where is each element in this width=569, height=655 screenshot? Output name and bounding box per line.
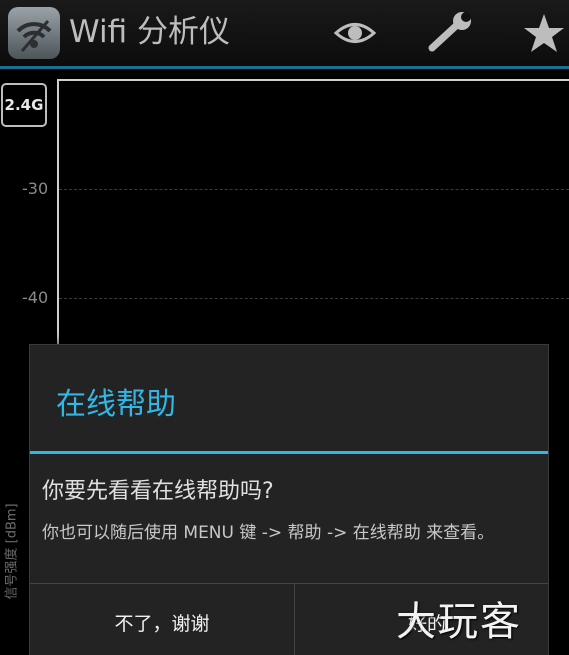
wrench-icon[interactable] — [424, 10, 476, 60]
y-tick-label: -30 — [22, 179, 49, 198]
grid-line — [59, 298, 569, 299]
band-toggle-button[interactable]: 2.4G — [1, 83, 47, 127]
wifi-logo-icon — [8, 7, 60, 59]
y-axis-label: 信号强度 [dBm] — [4, 503, 20, 600]
watermark: 大玩客 — [396, 599, 522, 645]
action-bar-divider — [0, 66, 569, 69]
screen: Wifi 分析仪 2.4G -30 -40 信号强度 [dBm] 在线帮助 你要… — [0, 0, 569, 655]
y-tick-label: -40 — [22, 288, 49, 307]
dialog-message: 你要先看看在线帮助吗? — [42, 479, 274, 504]
action-bar: Wifi 分析仪 — [0, 0, 569, 66]
eye-icon[interactable] — [332, 10, 378, 60]
dialog-title-divider — [30, 451, 548, 454]
dialog-detail: 你也可以随后使用 MENU 键 -> 帮助 -> 在线帮助 来查看。 — [42, 523, 495, 543]
grid-line — [59, 189, 569, 190]
star-icon[interactable] — [522, 10, 566, 60]
dialog-title: 在线帮助 — [56, 387, 176, 422]
app-title: Wifi 分析仪 — [69, 14, 230, 50]
no-thanks-button[interactable]: 不了，谢谢 — [30, 584, 294, 655]
